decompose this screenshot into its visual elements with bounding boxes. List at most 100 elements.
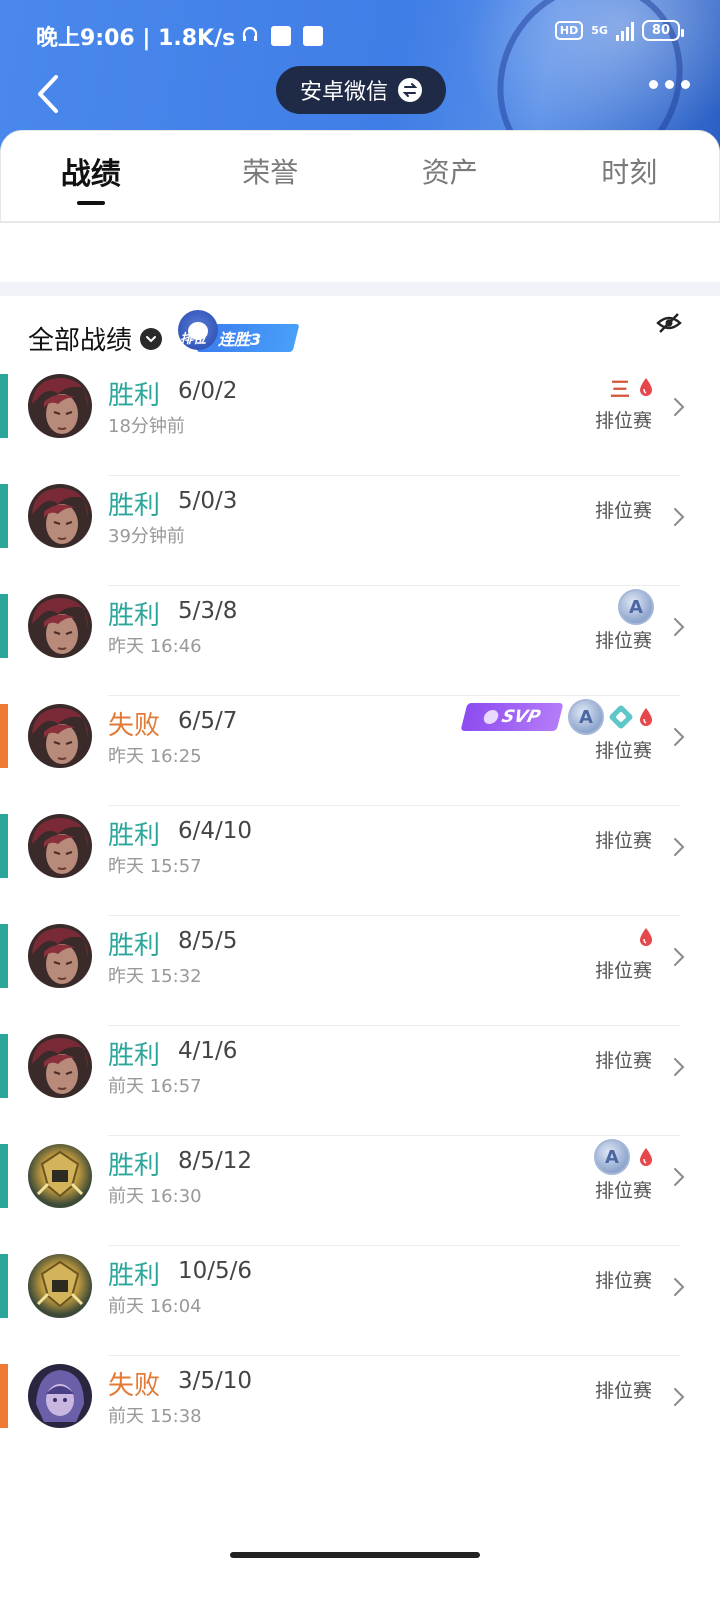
match-time: 18分钟前 — [108, 416, 185, 437]
svp-badge-icon: SVP — [460, 703, 564, 731]
match-row[interactable]: 胜利 10/5/6 前天 16:04 排位赛 — [0, 1246, 720, 1356]
match-time: 39分钟前 — [108, 526, 185, 547]
match-result: 失败 — [108, 711, 161, 741]
more-options-icon[interactable] — [649, 80, 690, 89]
first-blood-icon — [638, 707, 654, 727]
match-row[interactable]: 胜利 6/0/2 18分钟前 三排位赛 — [0, 366, 720, 476]
status-time-speed: 晚上9:06 | 1.8K/s — [36, 26, 236, 51]
hero-avatar — [28, 594, 92, 658]
chevron-right-icon — [674, 1388, 685, 1406]
a-rating-badge-icon: A — [618, 589, 654, 625]
match-filter-dropdown[interactable]: 全部战绩 — [28, 320, 163, 357]
notification-square-icon — [271, 26, 292, 46]
notification-square-icon — [303, 26, 324, 46]
tab-0[interactable]: 战绩 — [1, 131, 181, 211]
match-kda: 6/5/7 — [178, 708, 238, 734]
match-badges: 三 — [610, 370, 654, 404]
match-list: 胜利 6/0/2 18分钟前三排位赛 胜利 5/0/3 39分钟前 排位赛 胜利 5/3/8 昨天… — [0, 366, 720, 1466]
match-kda: 6/4/10 — [178, 818, 253, 844]
battery-icon: 80 — [641, 20, 685, 41]
hero-avatar — [28, 1034, 92, 1098]
result-accent-bar — [0, 1364, 8, 1428]
status-left: 晚上9:06 | 1.8K/s — [36, 20, 324, 52]
match-result: 胜利 — [108, 1151, 161, 1181]
match-badges: A — [594, 1139, 654, 1175]
home-indicator[interactable] — [230, 1552, 480, 1558]
chevron-right-icon — [674, 398, 685, 416]
back-arrow-icon — [38, 75, 58, 113]
match-badges — [638, 920, 654, 954]
match-row[interactable]: 胜利 8/5/12 前天 16:30 A 排位赛 — [0, 1136, 720, 1246]
match-mode: 排位赛 — [594, 740, 652, 762]
match-kda: 3/5/10 — [178, 1368, 253, 1394]
match-kda: 4/1/6 — [178, 1038, 238, 1064]
a-rating-label: A — [605, 1146, 619, 1168]
hd-voice-icon: HD — [554, 21, 584, 40]
match-time: 昨天 15:57 — [108, 856, 202, 877]
match-row[interactable]: 胜利 5/3/8 昨天 16:46 A 排位赛 — [0, 586, 720, 696]
match-mode: 排位赛 — [594, 830, 652, 852]
first-blood-icon — [638, 927, 654, 947]
hero-avatar — [28, 374, 92, 438]
match-time: 前天 16:04 — [108, 1296, 202, 1317]
nav-bar: 安卓微信 — [0, 66, 720, 126]
match-time: 前天 15:38 — [108, 1406, 202, 1427]
chevron-right-icon — [674, 728, 685, 746]
swap-icon — [398, 78, 422, 102]
result-accent-bar — [0, 704, 8, 768]
status-right: HD 5G 80 — [554, 20, 685, 41]
chevron-right-icon — [674, 948, 685, 966]
match-kda: 6/0/2 — [178, 378, 238, 404]
hero-avatar — [28, 1254, 92, 1318]
account-switch-label: 安卓微信 — [299, 80, 388, 105]
match-mode: 排位赛 — [594, 960, 652, 982]
match-result: 胜利 — [108, 1041, 161, 1071]
match-kda: 5/0/3 — [178, 488, 238, 514]
tab-1[interactable]: 荣誉 — [181, 131, 361, 211]
match-row[interactable]: 胜利 5/0/3 39分钟前 排位赛 — [0, 476, 720, 586]
chevron-right-icon — [674, 838, 685, 856]
streak-mode-label: 排位 — [180, 332, 207, 347]
chevron-down-icon — [140, 327, 163, 350]
match-kda: 10/5/6 — [178, 1258, 253, 1284]
match-row[interactable]: 失败 6/5/7 昨天 16:25 SVP A 排位赛 — [0, 696, 720, 806]
match-mode: 排位赛 — [594, 1270, 652, 1292]
a-rating-label: A — [579, 706, 593, 728]
match-time: 前天 16:30 — [108, 1186, 202, 1207]
match-time: 昨天 15:32 — [108, 966, 202, 987]
match-time: 昨天 16:46 — [108, 636, 202, 657]
tab-2[interactable]: 资产 — [360, 131, 540, 211]
account-switch-button[interactable]: 安卓微信 — [276, 66, 446, 114]
hero-avatar — [28, 814, 92, 878]
tab-bar: 战绩 荣誉 资产 时刻 — [0, 130, 720, 222]
chevron-right-icon — [674, 1058, 685, 1076]
tab-3[interactable]: 时刻 — [540, 131, 720, 211]
result-accent-bar — [0, 1034, 8, 1098]
hero-avatar — [28, 924, 92, 988]
result-accent-bar — [0, 924, 8, 988]
match-mode: 排位赛 — [594, 1380, 652, 1402]
match-row[interactable]: 胜利 4/1/6 前天 16:57 排位赛 — [0, 1026, 720, 1136]
streak-label: 连胜3 — [218, 330, 262, 349]
result-accent-bar — [0, 1254, 8, 1318]
section-title: 全部战绩 — [28, 326, 133, 356]
network-type: 5G — [591, 24, 608, 37]
match-row[interactable]: 胜利 6/4/10 昨天 15:57 排位赛 — [0, 806, 720, 916]
chevron-right-icon — [674, 1168, 685, 1186]
hero-avatar — [28, 704, 92, 768]
hero-avatar — [28, 1364, 92, 1428]
match-result: 胜利 — [108, 381, 161, 411]
match-kda: 8/5/5 — [178, 928, 238, 954]
match-row[interactable]: 胜利 8/5/5 昨天 15:32 排位赛 — [0, 916, 720, 1026]
hide-eye-icon[interactable] — [656, 312, 682, 334]
chevron-right-icon — [674, 508, 685, 526]
match-row[interactable]: 失败 3/5/10 前天 15:38 排位赛 — [0, 1356, 720, 1466]
match-badges: A — [618, 589, 654, 625]
back-button[interactable] — [26, 72, 70, 116]
network-indicator: 5G — [591, 25, 608, 36]
match-time: 昨天 16:25 — [108, 746, 202, 767]
win-streak-badge: 排位 连胜3 — [178, 304, 300, 354]
match-mode: 排位赛 — [594, 500, 652, 522]
chevron-right-icon — [674, 618, 685, 636]
match-result: 胜利 — [108, 491, 161, 521]
